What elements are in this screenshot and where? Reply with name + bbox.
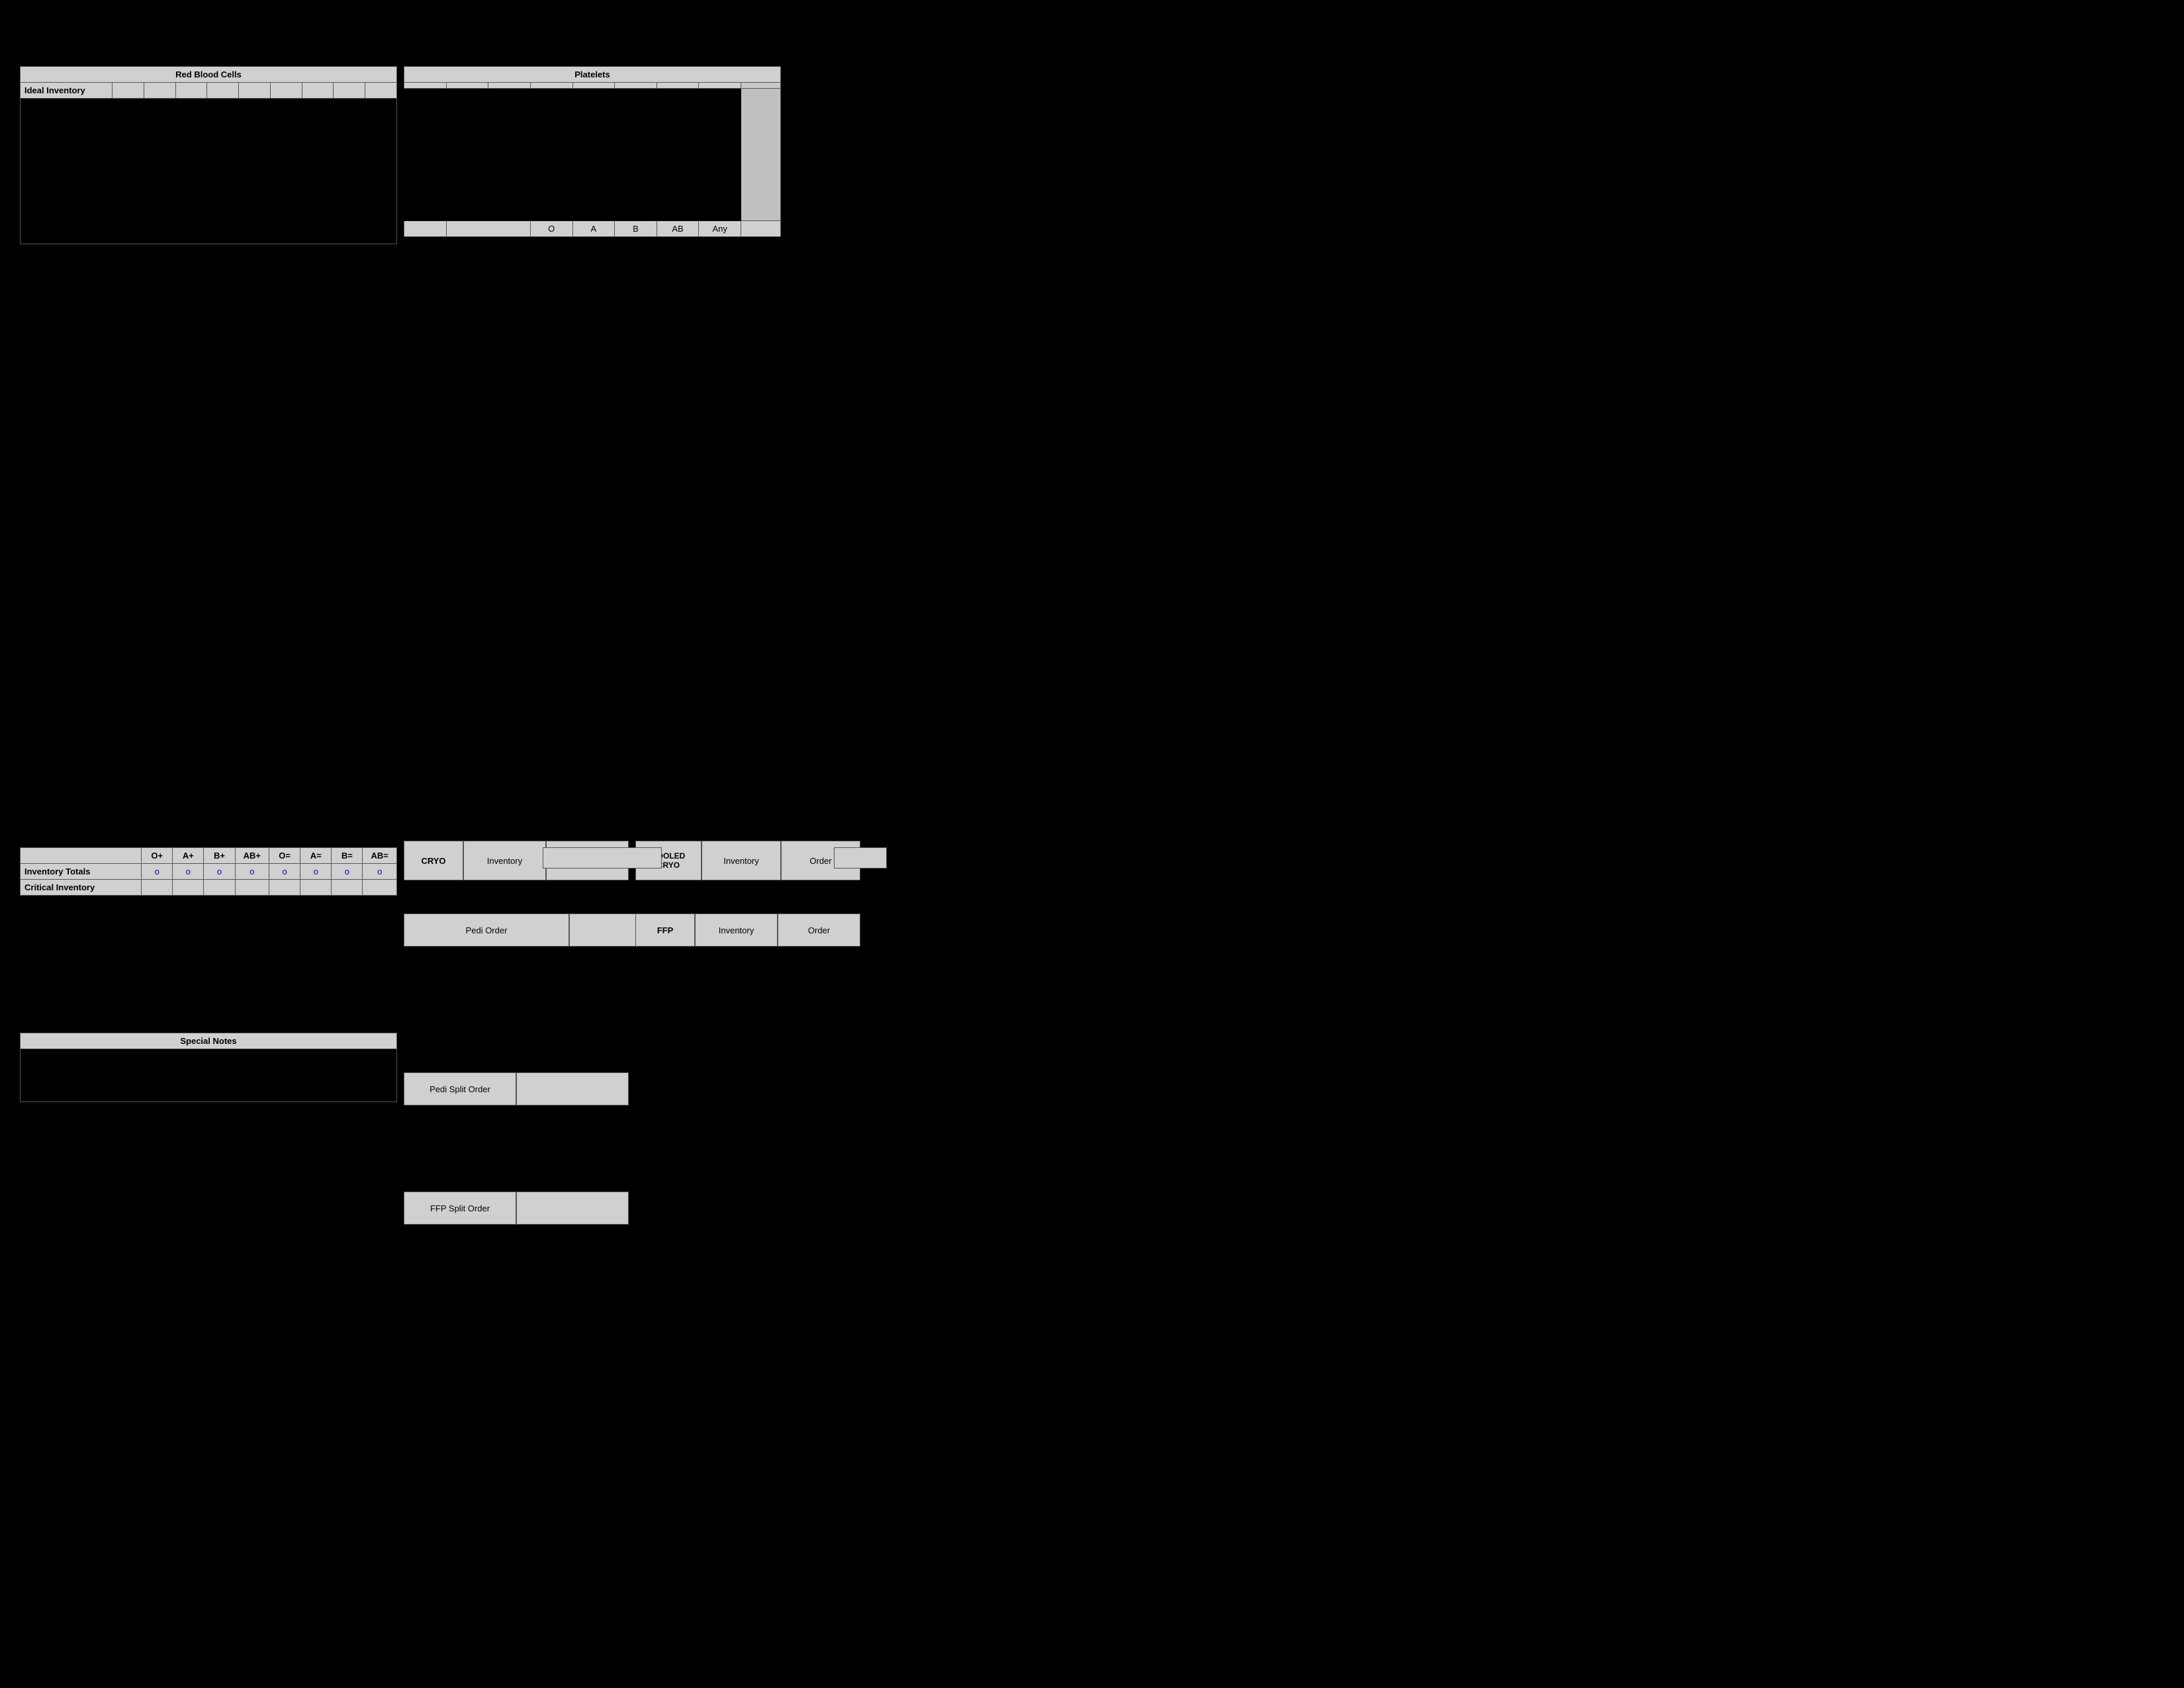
plt-type-A: A bbox=[572, 221, 615, 237]
inv-totals-bminus: o bbox=[332, 864, 363, 880]
plt-type-Any: Any bbox=[699, 221, 741, 237]
ffp-split-order-label: FFP Split Order bbox=[404, 1192, 516, 1225]
plt-cell-6 bbox=[615, 83, 657, 89]
pedi-split-order-section: Pedi Split Order bbox=[404, 1072, 629, 1105]
platelets-title: Platelets bbox=[404, 67, 781, 83]
crit-abminus bbox=[363, 880, 397, 896]
inv-totals-label: Inventory Totals bbox=[21, 864, 142, 880]
pedi-order-label: Pedi Order bbox=[404, 914, 569, 947]
critical-inv-label: Critical Inventory bbox=[21, 880, 142, 896]
inv-col-aminus: A= bbox=[300, 848, 332, 864]
special-notes-section: Special Notes bbox=[20, 1033, 397, 1102]
crit-abplus bbox=[235, 880, 269, 896]
rbc-cell-8 bbox=[334, 83, 365, 99]
cryo-inventory-label: Inventory bbox=[463, 841, 546, 880]
rbc-cell-3 bbox=[175, 83, 207, 99]
special-notes-content bbox=[20, 1049, 397, 1102]
plt-bottom-2 bbox=[446, 221, 530, 237]
rbc-title: Red Blood Cells bbox=[21, 67, 397, 83]
inv-gray-box-1 bbox=[543, 847, 662, 868]
rbc-cell-6 bbox=[270, 83, 302, 99]
rbc-ideal-inventory-label: Ideal Inventory bbox=[21, 83, 113, 99]
inv-totals-aplus: o bbox=[173, 864, 204, 880]
plt-type-B: B bbox=[615, 221, 657, 237]
inv-col-ominus: O= bbox=[269, 848, 300, 864]
ffp-order-label: Order bbox=[778, 914, 860, 947]
crit-aminus bbox=[300, 880, 332, 896]
ffp-split-order-section: FFP Split Order bbox=[404, 1192, 629, 1225]
ffp-section: FFP Inventory Order bbox=[635, 914, 860, 947]
inv-gray-box-2 bbox=[834, 847, 887, 868]
inv-col-abplus: AB+ bbox=[235, 848, 269, 864]
inv-col-abminus: AB= bbox=[363, 848, 397, 864]
rbc-cell-7 bbox=[302, 83, 334, 99]
plt-gray-col bbox=[741, 89, 781, 221]
inv-header-blank bbox=[21, 848, 142, 864]
plt-cell-9 bbox=[741, 83, 781, 89]
plt-cell-2 bbox=[446, 83, 488, 89]
rbc-cell-2 bbox=[144, 83, 175, 99]
rbc-cell-4 bbox=[207, 83, 239, 99]
inv-col-bplus: B+ bbox=[204, 848, 235, 864]
inv-totals-oplus: o bbox=[142, 864, 173, 880]
crit-ominus bbox=[269, 880, 300, 896]
crit-bplus bbox=[204, 880, 235, 896]
inv-totals-abplus: o bbox=[235, 864, 269, 880]
platelets-section: Platelets bbox=[404, 66, 781, 237]
plt-cell-5 bbox=[572, 83, 615, 89]
inv-totals-bplus: o bbox=[204, 864, 235, 880]
plt-cell-8 bbox=[699, 83, 741, 89]
plt-cell-1 bbox=[404, 83, 447, 89]
inventory-totals-section: O+ A+ B+ AB+ O= A= B= AB= Inventory Tota… bbox=[20, 847, 397, 896]
rbc-black-area bbox=[21, 99, 397, 244]
plt-black-area bbox=[404, 89, 741, 221]
pedi-split-order-value bbox=[516, 1072, 629, 1105]
crit-bminus bbox=[332, 880, 363, 896]
rbc-cell-9 bbox=[365, 83, 397, 99]
crit-oplus bbox=[142, 880, 173, 896]
plt-cell-3 bbox=[488, 83, 531, 89]
plt-type-AB: AB bbox=[657, 221, 699, 237]
ffp-split-order-value bbox=[516, 1192, 629, 1225]
ffp-label: FFP bbox=[635, 914, 695, 947]
plt-bottom-last bbox=[741, 221, 781, 237]
plt-type-O: O bbox=[530, 221, 572, 237]
plt-bottom-1 bbox=[404, 221, 447, 237]
plt-cell-7 bbox=[657, 83, 699, 89]
special-notes-label: Special Notes bbox=[20, 1033, 397, 1049]
inv-totals-aminus: o bbox=[300, 864, 332, 880]
ffp-inventory-label: Inventory bbox=[695, 914, 778, 947]
crit-aplus bbox=[173, 880, 204, 896]
inv-totals-abminus: o bbox=[363, 864, 397, 880]
inv-gray-boxes bbox=[543, 847, 887, 868]
pedi-split-order-label: Pedi Split Order bbox=[404, 1072, 516, 1105]
inv-totals-ominus: o bbox=[269, 864, 300, 880]
cryo-label: CRYO bbox=[404, 841, 463, 880]
inv-col-oplus: O+ bbox=[142, 848, 173, 864]
rbc-section: Red Blood Cells Ideal Inventory bbox=[20, 66, 397, 244]
plt-cell-4 bbox=[530, 83, 572, 89]
inv-col-aplus: A+ bbox=[173, 848, 204, 864]
rbc-cell-5 bbox=[239, 83, 271, 99]
rbc-cell-1 bbox=[113, 83, 144, 99]
inv-col-bminus: B= bbox=[332, 848, 363, 864]
